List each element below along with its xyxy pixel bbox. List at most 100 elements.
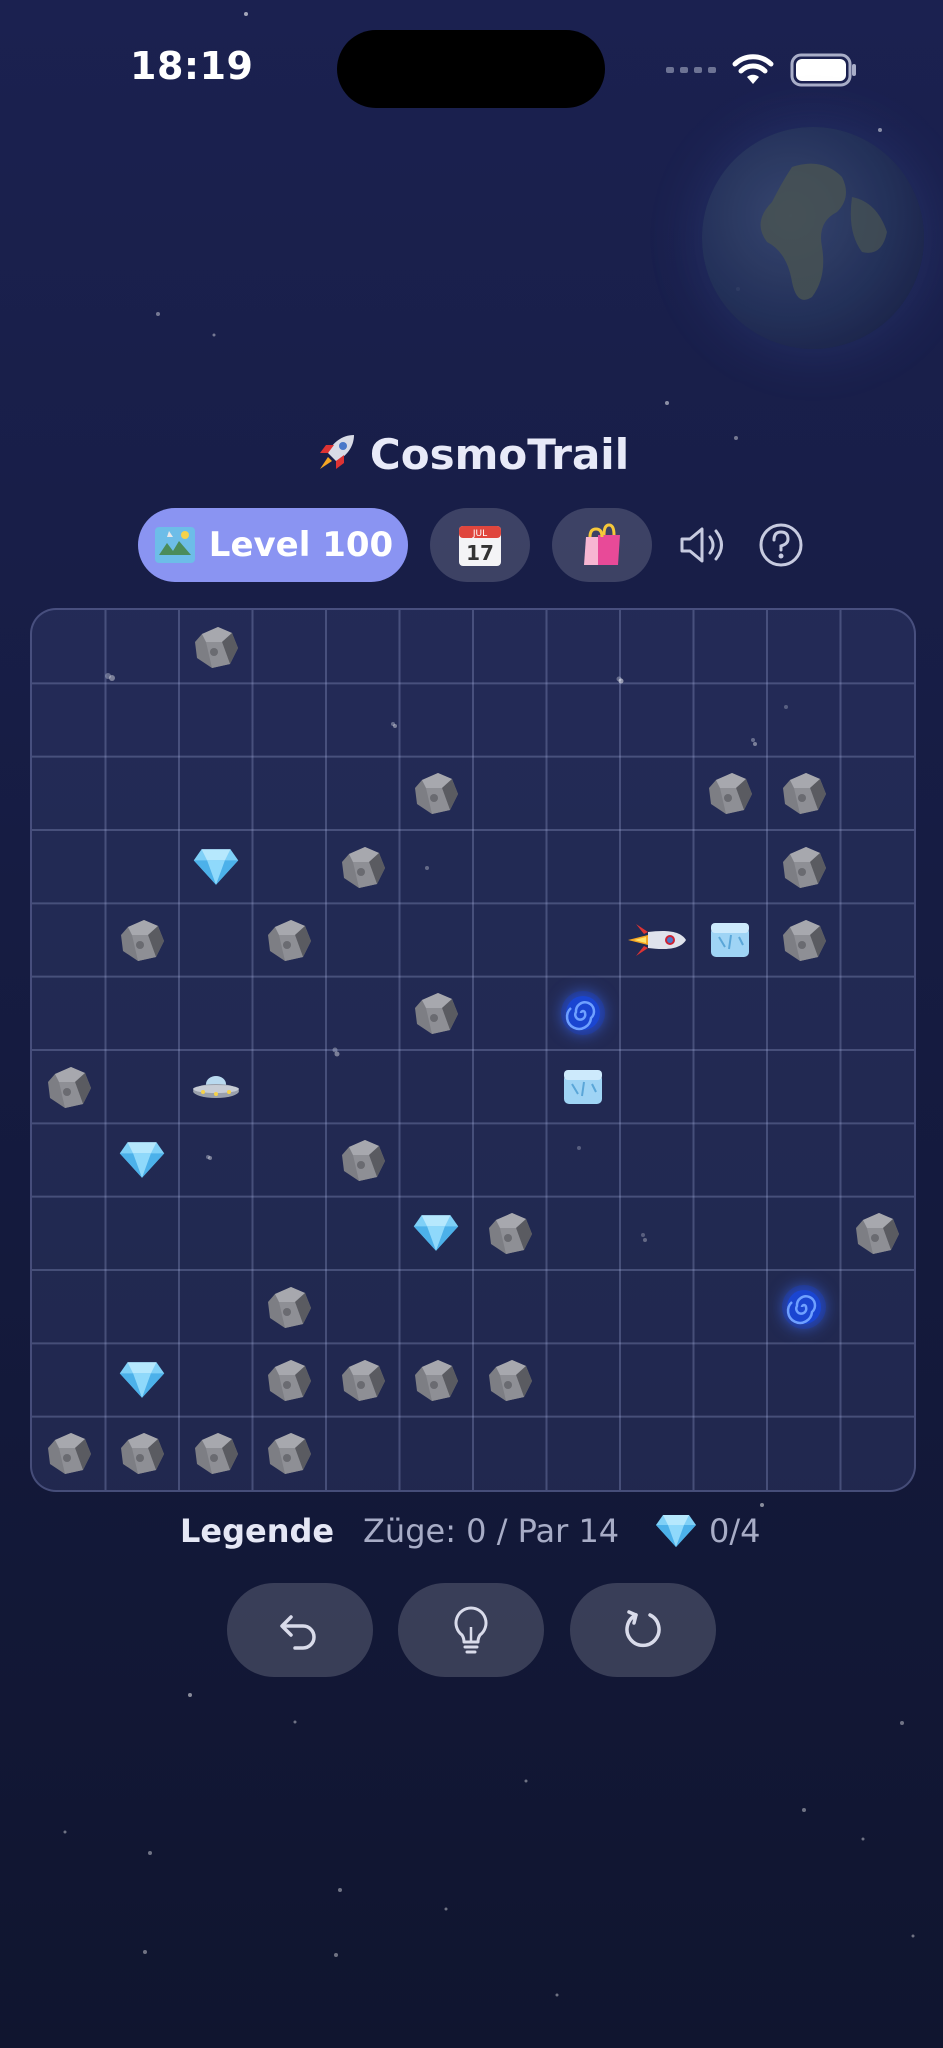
asteroid-icon (192, 624, 240, 670)
asteroid-icon (339, 1137, 387, 1183)
board-cell-gem[interactable] (179, 830, 253, 903)
rocket-icon (314, 430, 358, 479)
board-cell-asteroid[interactable] (326, 830, 400, 903)
app-title-row: CosmoTrail (0, 430, 943, 479)
speaker-icon (680, 527, 723, 563)
board-cell-ufo[interactable] (179, 1050, 253, 1123)
board-cell-asteroid[interactable] (106, 1417, 180, 1490)
restart-icon (625, 1610, 661, 1648)
game-board[interactable] (30, 608, 916, 1492)
lightbulb-icon (454, 1606, 488, 1654)
ice-icon (709, 921, 751, 959)
gem-icon (192, 847, 240, 887)
cellular-signal-icon (666, 67, 716, 73)
calendar-icon: JUL 17 (459, 526, 501, 566)
board-cell-gem[interactable] (400, 1197, 474, 1270)
board-cell-asteroid[interactable] (253, 1343, 327, 1416)
battery-icon (790, 53, 856, 87)
gems-counter: 0/4 (655, 1512, 761, 1550)
daily-calendar-button[interactable]: JUL 17 (430, 508, 530, 582)
board-cell-ice[interactable] (694, 903, 768, 976)
gems-count-text: 0/4 (709, 1512, 761, 1550)
board-cell-gem[interactable] (106, 1123, 180, 1196)
board-cell-asteroid[interactable] (767, 830, 841, 903)
asteroid-icon (265, 917, 313, 963)
board-cell-asteroid[interactable] (767, 903, 841, 976)
ufo-icon (191, 1072, 241, 1102)
level-label: Level 100 (208, 525, 394, 565)
asteroid-icon (265, 1357, 313, 1403)
asteroid-icon (412, 990, 460, 1036)
help-button[interactable] (756, 520, 806, 570)
asteroid-icon (339, 1357, 387, 1403)
asteroid-icon (853, 1210, 901, 1256)
asteroid-icon (45, 1430, 93, 1476)
gem-icon (656, 1515, 696, 1547)
stats-row: Legende Züge: 0 / Par 14 0/4 (0, 1512, 943, 1562)
board-cell-asteroid[interactable] (179, 610, 253, 683)
earth-continents-icon (760, 163, 887, 300)
calendar-day: 17 (466, 541, 494, 565)
asteroid-icon (192, 1430, 240, 1476)
board-cell-ice[interactable] (547, 1050, 621, 1123)
asteroid-icon (339, 844, 387, 890)
board-cell-asteroid[interactable] (473, 1343, 547, 1416)
gem-icon (118, 1360, 166, 1400)
board-cell-asteroid[interactable] (400, 757, 474, 830)
board-cell-asteroid[interactable] (253, 1417, 327, 1490)
board-cell-asteroid[interactable] (326, 1343, 400, 1416)
wifi-icon (732, 54, 774, 84)
status-time: 18:19 (130, 44, 254, 88)
undo-icon (280, 1615, 316, 1650)
gem-icon (412, 1213, 460, 1253)
hint-button[interactable] (398, 1583, 544, 1677)
status-icons (666, 52, 858, 88)
asteroid-icon (118, 1430, 166, 1476)
board-cell-asteroid[interactable] (32, 1417, 106, 1490)
restart-button[interactable] (570, 1583, 716, 1677)
board-cell-asteroid[interactable] (32, 1050, 106, 1123)
shopping-bags-icon (584, 523, 620, 565)
board-cell-asteroid[interactable] (694, 757, 768, 830)
asteroid-icon (486, 1357, 534, 1403)
board-cell-asteroid[interactable] (106, 903, 180, 976)
board-cell-asteroid[interactable] (400, 977, 474, 1050)
board-cell-asteroid[interactable] (400, 1343, 474, 1416)
asteroid-icon (45, 1064, 93, 1110)
app-title: CosmoTrail (369, 430, 630, 479)
asteroid-icon (265, 1430, 313, 1476)
status-bar: 18:19 (0, 0, 943, 120)
gem-icon (118, 1140, 166, 1180)
board-cell-gem[interactable] (106, 1343, 180, 1416)
undo-button[interactable] (227, 1583, 373, 1677)
asteroid-icon (780, 917, 828, 963)
board-cell-asteroid[interactable] (253, 903, 327, 976)
shop-button[interactable] (552, 508, 652, 582)
asteroid-icon (265, 1284, 313, 1330)
level-button[interactable]: Level 100 (138, 508, 408, 582)
asteroid-icon (706, 770, 754, 816)
board-cell-wormhole[interactable] (547, 977, 621, 1050)
control-bar (0, 1583, 943, 1677)
board-cell-asteroid[interactable] (767, 757, 841, 830)
board-cell-asteroid[interactable] (841, 1197, 915, 1270)
asteroid-icon (118, 917, 166, 963)
earth-illustration (702, 127, 924, 349)
help-icon (759, 523, 803, 567)
board-cell-asteroid[interactable] (326, 1123, 400, 1196)
board-cell-asteroid[interactable] (253, 1270, 327, 1343)
dynamic-island (337, 30, 605, 108)
wormhole-icon (558, 988, 608, 1038)
calendar-month: JUL (472, 529, 487, 539)
sound-button[interactable] (678, 520, 728, 570)
board-cell-rocket[interactable] (620, 903, 694, 976)
legend-button[interactable]: Legende (180, 1512, 334, 1550)
board-cell-wormhole[interactable] (767, 1270, 841, 1343)
board-cell-asteroid[interactable] (473, 1197, 547, 1270)
asteroid-icon (412, 770, 460, 816)
map-icon (154, 527, 195, 563)
ice-icon (562, 1068, 604, 1106)
wormhole-icon (779, 1282, 829, 1332)
board-cell-asteroid[interactable] (179, 1417, 253, 1490)
moves-counter: Züge: 0 / Par 14 (363, 1512, 620, 1550)
